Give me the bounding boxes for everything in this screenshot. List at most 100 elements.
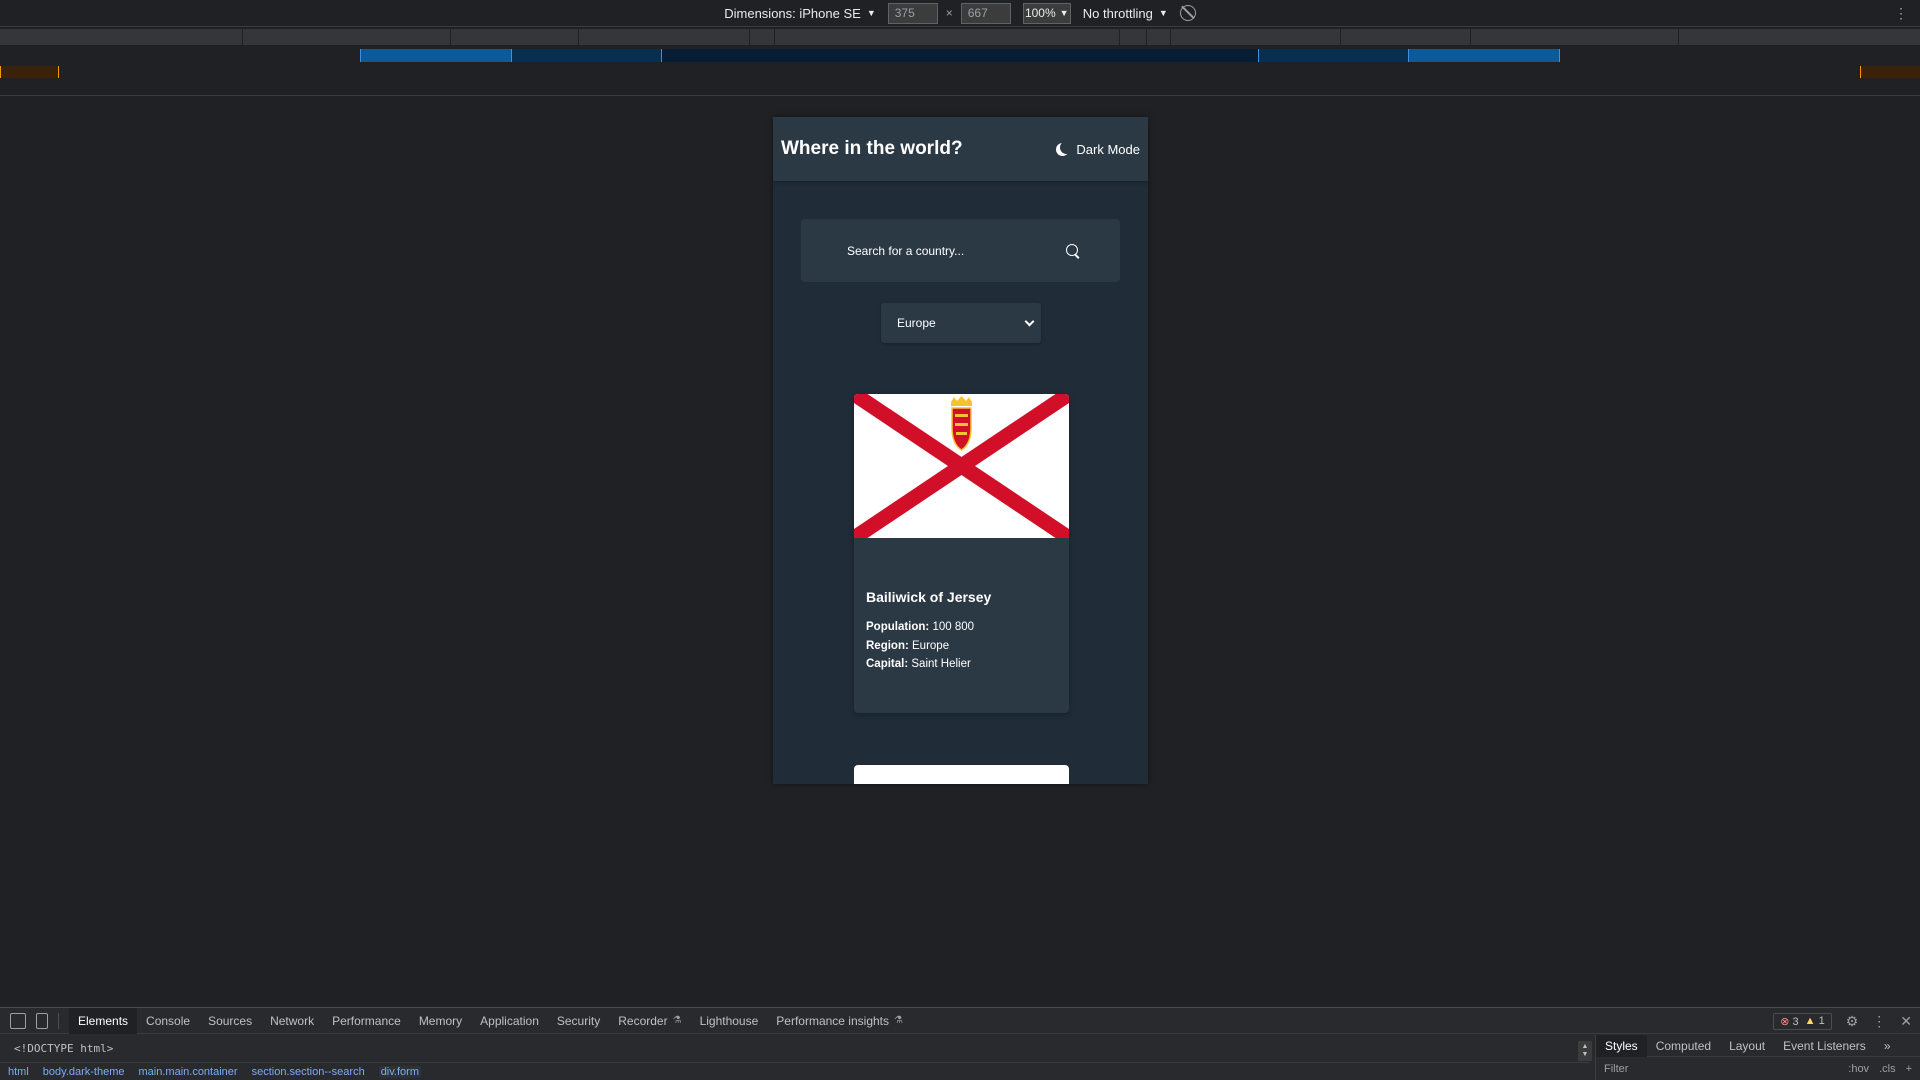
- sidebar-tabs: Styles Computed Layout Event Listeners»: [1596, 1034, 1920, 1057]
- search-icon[interactable]: [1066, 243, 1080, 258]
- device-selector[interactable]: Dimensions: iPhone SE ▼: [724, 6, 876, 21]
- media-query-segment[interactable]: [0, 66, 59, 78]
- media-query-segment[interactable]: [1860, 66, 1920, 78]
- cls-toggle[interactable]: .cls: [1879, 1063, 1896, 1075]
- country-flag-image: [854, 394, 1069, 538]
- region-filter-select[interactable]: Europe: [881, 303, 1041, 343]
- tab-performance-insights[interactable]: Performance insights ⚗: [767, 1008, 912, 1034]
- breadcrumb-item[interactable]: section.section--search: [252, 1066, 365, 1078]
- country-capital: Capital: Saint Helier: [866, 655, 1057, 674]
- capital-value: Saint Helier: [911, 658, 971, 670]
- segment-divider: [1170, 29, 1171, 45]
- tab-label: Recorder: [618, 1013, 668, 1028]
- experimental-flask-icon: ⚗: [672, 1015, 682, 1026]
- population-value: 100 800: [932, 621, 975, 633]
- device-viewport: Where in the world? Dark Mode Europe Bai…: [773, 117, 1148, 784]
- tab-performance[interactable]: Performance: [323, 1008, 410, 1034]
- capital-label: Capital:: [866, 658, 909, 670]
- search-box: [801, 219, 1120, 282]
- device-toggle-icon[interactable]: [36, 1012, 48, 1029]
- media-query-segment[interactable]: [512, 49, 661, 62]
- dom-breadcrumb: html body.dark-theme main.main.container se…: [0, 1062, 1590, 1080]
- chevron-down-icon: [1024, 316, 1035, 326]
- breadcrumb-item[interactable]: body.dark-theme: [43, 1066, 125, 1078]
- filter-input[interactable]: Filter: [1604, 1063, 1838, 1075]
- caret-down-icon: ▼: [1158, 8, 1168, 18]
- warning-icon: ▲: [1804, 1014, 1816, 1027]
- tab-recorder[interactable]: Recorder ⚗: [609, 1008, 690, 1034]
- segment-edge: [511, 49, 512, 62]
- breadcrumb-item[interactable]: main.main.container: [139, 1066, 238, 1078]
- more-options-icon[interactable]: ⋮: [1894, 5, 1908, 21]
- scroll-arrows[interactable]: ▲ ▼: [1578, 1041, 1592, 1061]
- region-value: Europe: [912, 639, 950, 652]
- error-icon: ⊗: [1780, 1015, 1790, 1028]
- tab-label: Application: [480, 1013, 539, 1028]
- sidebar-more-icon[interactable]: »: [1875, 1035, 1900, 1057]
- sidebar-tab-event-listeners[interactable]: Event Listeners: [1774, 1035, 1875, 1057]
- issues-badge[interactable]: ⊗ 3 ▲ 1: [1773, 1012, 1832, 1030]
- hov-toggle[interactable]: :hov: [1848, 1063, 1869, 1075]
- tab-label: Performance: [332, 1013, 401, 1028]
- segment-divider: [1146, 29, 1147, 45]
- segment-divider: [450, 29, 451, 45]
- caret-down-icon: ▼: [866, 8, 876, 18]
- tab-security[interactable]: Security: [548, 1008, 609, 1034]
- segment-edge: [360, 49, 361, 62]
- media-query-segment[interactable]: [662, 49, 1258, 62]
- country-card[interactable]: Bailiwick of Jersey Population: 100 800 …: [854, 394, 1069, 713]
- tab-network[interactable]: Network: [261, 1008, 323, 1034]
- tab-lighthouse[interactable]: Lighthouse: [691, 1008, 768, 1034]
- device-dimensions-label: Dimensions: iPhone SE: [724, 5, 861, 21]
- breadcrumb-item[interactable]: html: [8, 1066, 29, 1078]
- throttling-select[interactable]: No throttling ▼: [1083, 6, 1168, 21]
- tab-memory[interactable]: Memory: [410, 1008, 471, 1034]
- height-input[interactable]: [960, 2, 1011, 24]
- breadcrumb-item[interactable]: div.form: [378, 1066, 421, 1078]
- inspect-element-icon[interactable]: [10, 1012, 26, 1029]
- segment-divider: [578, 29, 579, 45]
- media-query-bar-min-max: [0, 49, 1920, 62]
- search-input[interactable]: [847, 243, 1066, 258]
- rotate-icon[interactable]: [1179, 5, 1196, 21]
- tab-sources[interactable]: Sources: [199, 1008, 261, 1034]
- theme-toggle-label: Dark Mode: [1076, 141, 1140, 157]
- sidebar-tab-styles[interactable]: Styles: [1596, 1034, 1647, 1057]
- zoom-select[interactable]: 100% ▼: [1022, 2, 1071, 24]
- width-input[interactable]: [887, 2, 938, 24]
- segment-divider: [1119, 29, 1120, 45]
- country-card-next[interactable]: [854, 765, 1069, 784]
- settings-gear-icon[interactable]: ⚙: [1846, 1013, 1859, 1030]
- theme-toggle-button[interactable]: Dark Mode: [1056, 140, 1140, 157]
- media-query-segment[interactable]: [1409, 49, 1560, 62]
- sidebar-tab-layout[interactable]: Layout: [1720, 1035, 1774, 1057]
- close-icon[interactable]: ✕: [1900, 1013, 1912, 1030]
- ruler-divider: [0, 95, 1920, 96]
- media-query-segment[interactable]: [360, 49, 511, 62]
- media-query-segment[interactable]: [0, 29, 1920, 45]
- dimension-separator: ×: [945, 6, 953, 20]
- sidebar-tab-computed[interactable]: Computed: [1647, 1035, 1720, 1057]
- error-count: ⊗ 3: [1780, 1015, 1798, 1028]
- media-query-segment[interactable]: [1259, 49, 1408, 62]
- warning-count: ▲ 1: [1805, 1015, 1825, 1028]
- more-options-icon[interactable]: ⋮: [1872, 1013, 1886, 1030]
- devtools-panel: Elements Console Sources Network Performance…: [0, 1007, 1920, 1080]
- add-rule-icon[interactable]: +: [1906, 1063, 1912, 1075]
- scroll-up-icon: ▲: [1581, 1043, 1589, 1050]
- region-selected-value: Europe: [897, 316, 936, 330]
- device-toolbar: Dimensions: iPhone SE ▼ × 100% ▼ No thro…: [0, 0, 1920, 27]
- tab-console[interactable]: Console: [137, 1008, 199, 1034]
- country-name: Bailiwick of Jersey: [866, 589, 992, 605]
- media-query-bar-min: [0, 66, 1920, 78]
- tab-application[interactable]: Application: [471, 1008, 548, 1034]
- tab-label: Elements: [78, 1013, 129, 1028]
- dom-doctype-line[interactable]: <!DOCTYPE html>: [14, 1042, 113, 1055]
- media-query-bar-max: [0, 29, 1920, 45]
- tab-elements[interactable]: Elements: [69, 1007, 138, 1034]
- segment-divider: [1470, 29, 1471, 45]
- moon-icon: [1056, 140, 1074, 156]
- segment-divider: [749, 29, 750, 45]
- devtools-right-controls: ⊗ 3 ▲ 1 ⚙ ⋮ ✕: [1773, 1008, 1912, 1034]
- segment-edge: [58, 66, 59, 78]
